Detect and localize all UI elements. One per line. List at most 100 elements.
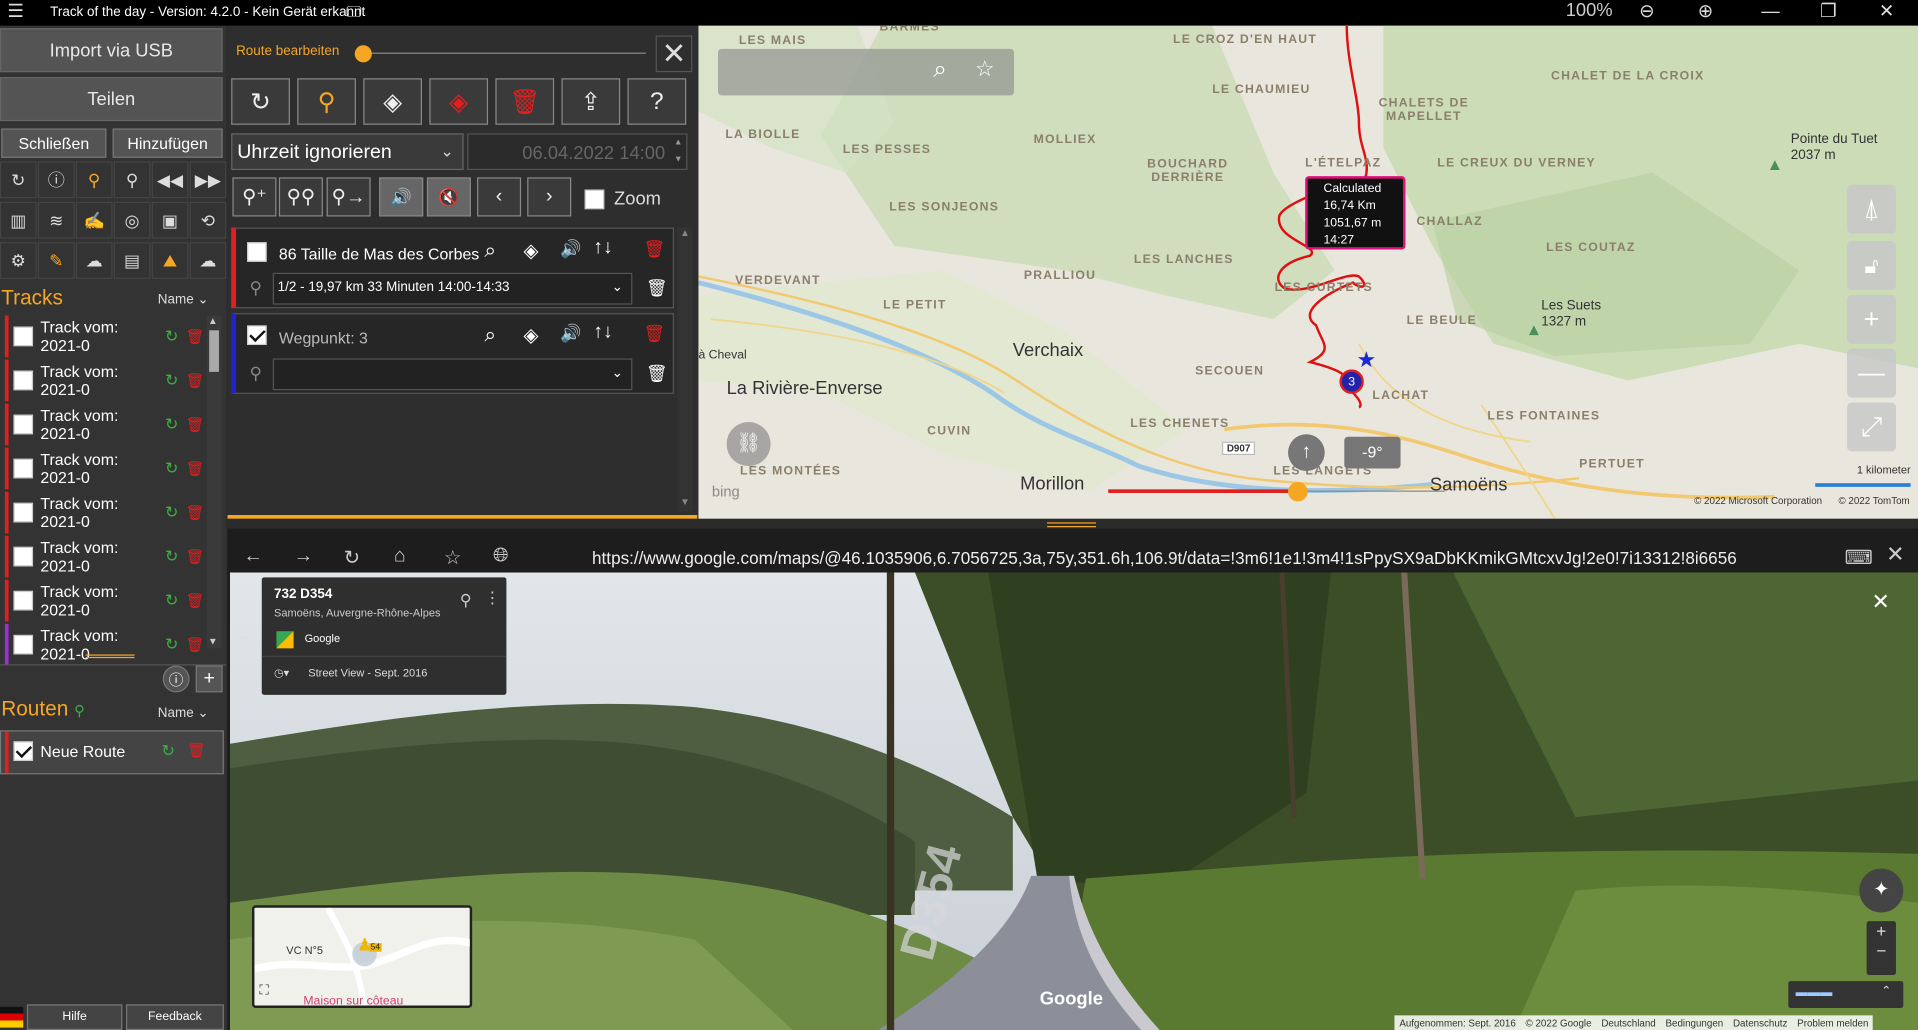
feedback-button[interactable]: Feedback — [125, 1004, 224, 1030]
info-icon[interactable]: ⓘ — [37, 161, 75, 199]
close-browser-icon[interactable]: ✕ — [1886, 542, 1904, 568]
signature-icon[interactable]: ✍ — [75, 201, 113, 239]
home-icon[interactable]: ⌂ — [394, 546, 406, 568]
layers-icon[interactable]: ≋ — [37, 201, 75, 239]
street-view[interactable]: D354 732 D354 Samoëns, Auvergne-Rhône-Al… — [229, 572, 1918, 1030]
track-checkbox[interactable] — [13, 590, 34, 611]
track-checkbox[interactable] — [13, 370, 34, 391]
waypoint-scrollbar[interactable]: ▲ ▼ — [677, 227, 693, 512]
pin-outline-icon[interactable]: ⚲ — [113, 161, 151, 199]
minimap[interactable]: VC N°5 ♟ 54 ⛶ Maison sur côteau — [251, 905, 473, 1008]
track-delete-icon[interactable]: 🗑 — [186, 328, 205, 345]
layers-control[interactable]: ▬▬▬ ⌃ — [1788, 981, 1904, 1008]
waypoint-row[interactable]: Wegpunkt: 3 ⌕ ◈ 🔊 ↑↓ 🗑 ⚲ ⌄ 🗑 — [231, 313, 674, 394]
north-arrow-icon[interactable]: ↑ — [1288, 434, 1325, 471]
url-field[interactable]: https://www.google.com/maps/@46.1035906,… — [592, 548, 1737, 568]
horizontal-splitter[interactable] — [1047, 522, 1096, 528]
clock-icon[interactable]: ◷▾ — [274, 667, 289, 680]
tracks-scrollbar[interactable]: ▲ ▼ — [206, 315, 222, 649]
waypoint-row[interactable]: 86 Taille de Mas des Corbes ⌕ ◈ 🔊 ↑↓ 🗑 ⚲… — [231, 227, 674, 309]
track-row[interactable]: Track vom: 2021-0 ↻ 🗑 — [4, 491, 205, 534]
compass-button[interactable]: ⍋ — [1847, 184, 1896, 234]
minimize-button[interactable]: — — [1761, 1, 1779, 23]
route-checkbox[interactable] — [13, 741, 34, 761]
routes-sort[interactable]: Name ⌄ — [158, 705, 209, 721]
globe-icon[interactable]: 🌐︎ — [493, 546, 509, 568]
help-icon-button[interactable]: ? — [627, 78, 687, 125]
zoom-toggle[interactable]: Zoom — [584, 188, 661, 209]
bookmark-star-icon[interactable]: ☆ — [444, 546, 462, 570]
layers-thumbnail-icon[interactable]: ▬▬▬ — [1796, 986, 1833, 999]
next-button[interactable]: › — [527, 177, 572, 217]
timeline-progress[interactable] — [1108, 489, 1298, 493]
multi-pin-button[interactable]: ⚲⚲ — [278, 177, 323, 217]
add-route-button[interactable]: + — [195, 665, 223, 693]
track-refresh-icon[interactable]: ↻ — [165, 503, 178, 523]
track-checkbox[interactable] — [13, 414, 34, 435]
timeline-thumb[interactable] — [1288, 481, 1308, 502]
navigate-button[interactable]: ◈ — [363, 78, 423, 125]
rewind-icon[interactable]: ◀◀ — [151, 161, 189, 199]
collapse-arrow-icon[interactable]: ← — [237, 626, 252, 643]
zoom-in-button[interactable]: + — [1847, 294, 1896, 344]
move-up-down-icon[interactable]: ↑↓ — [593, 237, 613, 259]
search-icon[interactable]: ⌕ — [933, 56, 947, 84]
track-refresh-icon[interactable]: ↻ — [165, 591, 178, 611]
import-usb-button[interactable]: Import via USB — [0, 28, 223, 73]
tracks-sort[interactable]: Name ⌄ — [158, 291, 209, 307]
track-row[interactable]: Track vom: 2021-0 ↻ 🗑 — [4, 359, 205, 402]
zoom-out-button[interactable]: — — [1847, 348, 1896, 398]
track-checkbox[interactable] — [13, 502, 34, 523]
cloud-icon[interactable]: ☁ — [75, 242, 113, 279]
document-icon[interactable]: ▤ — [113, 242, 151, 279]
settings-icon[interactable]: ⚙ — [0, 242, 37, 279]
pin-icon[interactable]: ⚲ — [75, 161, 113, 199]
track-refresh-icon[interactable]: ↻ — [165, 371, 178, 391]
track-delete-icon[interactable]: 🗑 — [186, 592, 205, 609]
screen-icon[interactable]: ⌨ — [1845, 546, 1873, 570]
compass-rose-icon[interactable]: ✦ — [1859, 868, 1904, 913]
track-row[interactable]: Track vom: 2021-0 ↻ 🗑 — [4, 623, 204, 666]
elevation-icon[interactable]: ⛰ — [151, 242, 189, 279]
scroll-down-icon[interactable]: ▼ — [680, 497, 690, 508]
navigate-icon[interactable]: ◈ — [524, 239, 539, 263]
export-button[interactable]: ⇪ — [561, 78, 621, 125]
track-delete-icon[interactable]: 🗑 — [186, 372, 205, 389]
previous-button[interactable]: ‹ — [477, 177, 522, 217]
track-delete-icon[interactable]: 🗑 — [186, 504, 205, 521]
add-pin-button[interactable]: ⚲⁺ — [232, 177, 277, 217]
scroll-up-icon[interactable]: ▲ — [208, 316, 218, 327]
map-icon[interactable]: ▥ — [0, 201, 37, 239]
track-row[interactable]: Track vom: 2021-0 ↻ 🗑 — [4, 447, 204, 490]
pin-arrow-button[interactable]: ⚲→ — [326, 177, 371, 217]
navigate-icon[interactable]: ◈ — [524, 323, 539, 347]
track-refresh-icon[interactable]: ↻ — [165, 547, 178, 567]
sound-on-button[interactable]: 🔊 — [379, 177, 424, 217]
move-up-down-icon[interactable]: ↑↓ — [593, 322, 613, 344]
attribution-item[interactable]: Datenschutz — [1733, 1017, 1787, 1028]
datetime-input[interactable]: 06.04.2022 14:00 ▲ ▼ — [467, 133, 688, 171]
close-button[interactable]: Schließen — [1, 128, 107, 158]
reload-route-button[interactable]: ↻ — [231, 78, 290, 125]
scroll-down-icon[interactable]: ▼ — [208, 636, 218, 647]
attribution-item[interactable]: Deutschland — [1601, 1017, 1655, 1028]
leg-select[interactable]: 1/2 - 19,97 km 33 Minuten 14:00-14:33 ⌄ — [272, 272, 633, 305]
share-button[interactable]: Teilen — [0, 77, 223, 122]
favorite-star-icon[interactable]: ☆ — [975, 56, 995, 82]
add-button[interactable]: Hinzufügen — [112, 128, 223, 158]
expand-icon[interactable]: ⛶ — [259, 984, 268, 1000]
history-icon[interactable]: ⟲ — [189, 201, 227, 239]
delete-leg-icon[interactable]: 🗑 — [646, 278, 668, 299]
close-window-button[interactable]: ✕ — [1879, 1, 1894, 23]
link-icon[interactable]: ⛓ — [726, 422, 771, 467]
splitter-handle[interactable] — [85, 654, 135, 659]
route-direction-button[interactable]: ◈ — [429, 78, 489, 125]
sound-icon[interactable]: 🔊 — [560, 323, 581, 344]
edit-pencil-icon[interactable]: ✎ — [37, 242, 75, 279]
scroll-up-icon[interactable]: ▲ — [680, 228, 690, 239]
track-checkbox[interactable] — [13, 458, 34, 479]
time-mode-select[interactable]: Uhrzeit ignorieren ⌄ — [231, 133, 464, 171]
track-refresh-icon[interactable]: ↻ — [165, 635, 178, 655]
refresh-icon[interactable]: ↻ — [0, 161, 37, 199]
search-icon[interactable]: ⌕ — [484, 239, 496, 263]
